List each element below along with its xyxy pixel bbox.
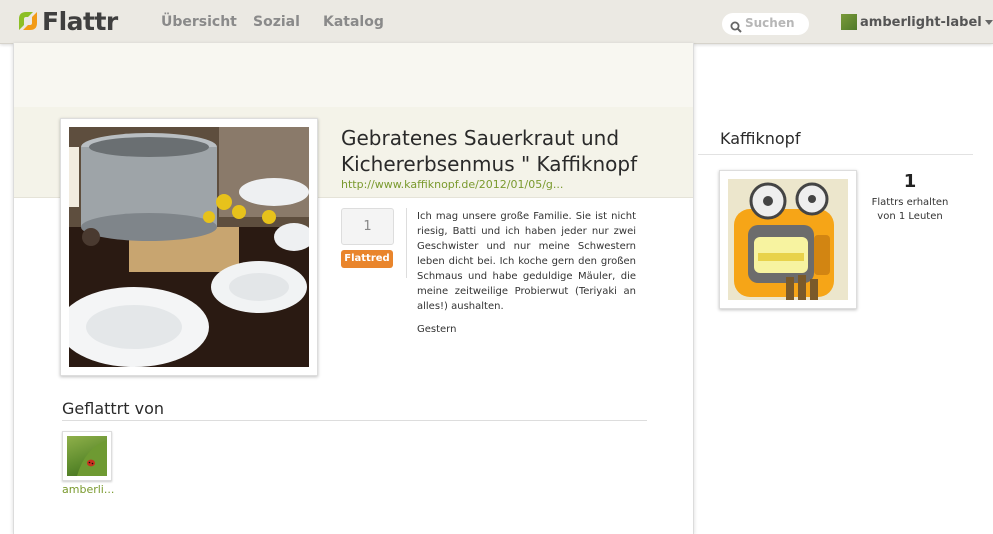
chevron-down-icon xyxy=(984,19,993,25)
owner-avatar-frame[interactable] xyxy=(719,170,857,309)
flatterer-avatar[interactable] xyxy=(62,431,112,481)
user-menu[interactable]: amberlight-label xyxy=(841,14,993,30)
search-input[interactable]: Suchen xyxy=(722,13,809,35)
nav-item-uebersicht[interactable]: Übersicht xyxy=(161,14,237,30)
username: amberlight-label xyxy=(860,14,982,30)
thing-title[interactable]: Gebratenes Sauerkraut und Kichererbsenmu… xyxy=(341,125,661,177)
flattr-logo-icon xyxy=(17,10,39,32)
divider xyxy=(406,208,407,278)
owner-avatar xyxy=(728,179,848,300)
top-navigation-bar: Flattr Übersicht Sozial Katalog Suchen a… xyxy=(0,0,993,44)
divider xyxy=(62,420,647,421)
nav-item-sozial[interactable]: Sozial xyxy=(253,14,300,30)
thing-description: Ich mag unsere große Familie. Sie ist ni… xyxy=(417,211,636,312)
avatar xyxy=(841,14,857,30)
flattr-count-box: 1 xyxy=(341,208,394,245)
search-placeholder: Suchen xyxy=(745,16,795,30)
flatterer-name-link[interactable]: amberli... xyxy=(62,483,114,496)
flattered-by-heading: Geflattrt von xyxy=(62,399,165,418)
search-icon xyxy=(730,18,742,37)
panel-header-area xyxy=(14,43,693,107)
thing-panel: Gebratenes Sauerkraut und Kichererbsenmu… xyxy=(13,43,694,534)
flattred-button[interactable]: Flattred xyxy=(341,250,393,268)
avatar xyxy=(67,436,107,476)
owner-flattr-label: Flattrs erhalten von 1 Leuten xyxy=(871,197,949,222)
logo-text: Flattr xyxy=(42,6,118,36)
divider xyxy=(698,154,973,155)
nav-item-katalog[interactable]: Katalog xyxy=(323,14,384,30)
owner-flattr-count: 1 xyxy=(903,171,917,192)
flattr-logo[interactable]: Flattr xyxy=(17,6,118,36)
thing-image xyxy=(69,127,309,367)
thing-url-link[interactable]: http://www.kaffiknopf.de/2012/01/05/g... xyxy=(341,178,563,191)
thing-image-frame[interactable] xyxy=(60,118,318,376)
owner-name[interactable]: Kaffiknopf xyxy=(720,129,800,148)
thing-date: Gestern xyxy=(417,324,457,335)
